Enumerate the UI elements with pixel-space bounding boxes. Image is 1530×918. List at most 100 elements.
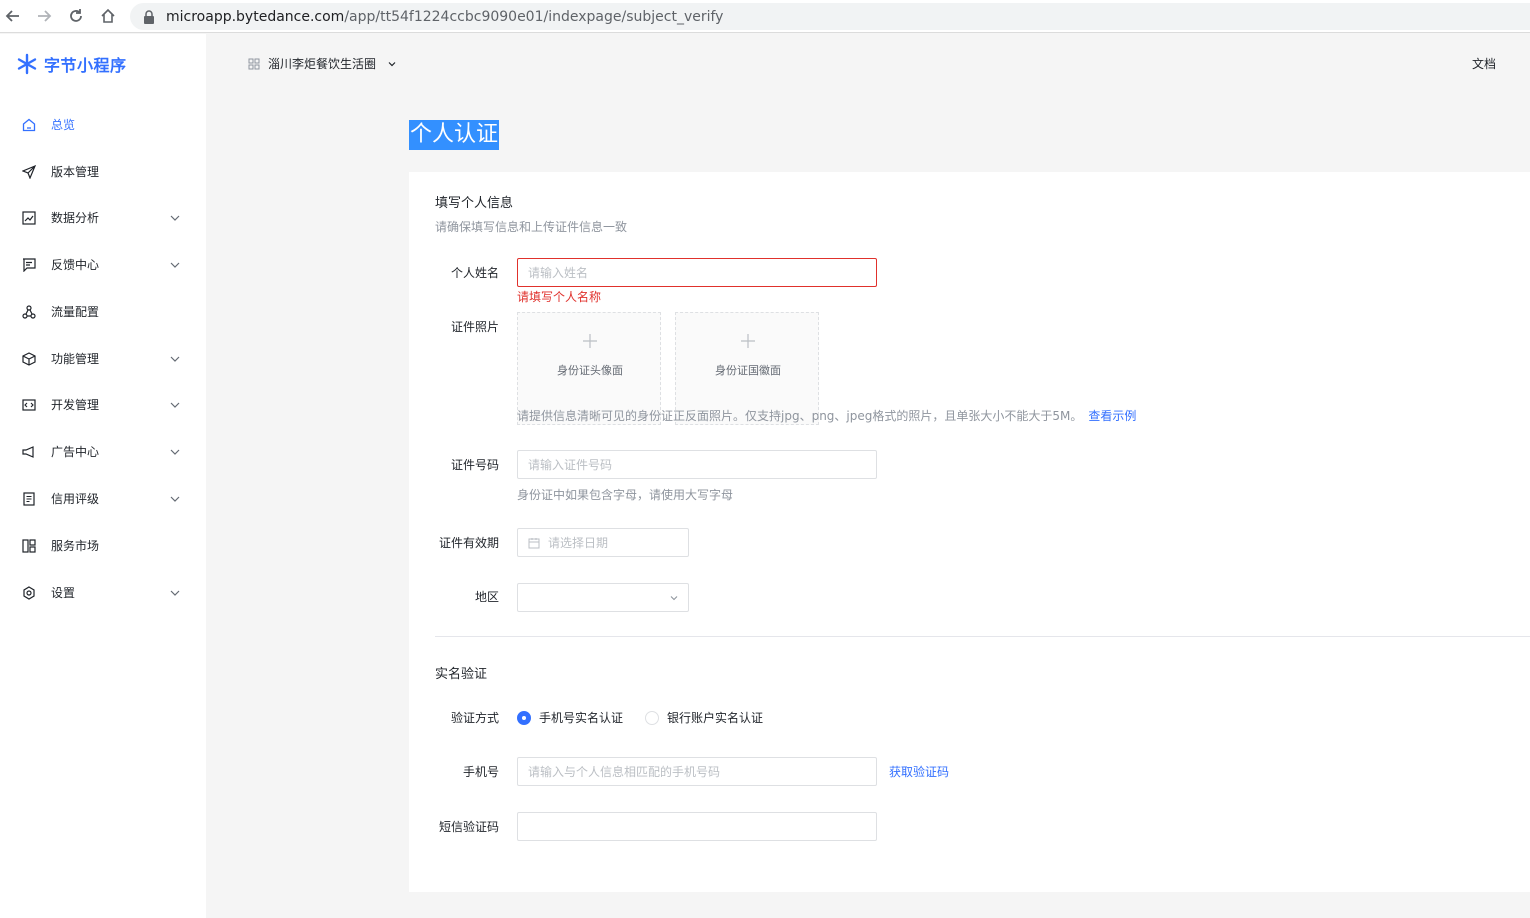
app-grid-icon — [248, 58, 260, 69]
chevron-down-icon[interactable] — [168, 352, 182, 366]
section-divider — [435, 636, 1530, 637]
home-page-icon[interactable] — [98, 6, 118, 26]
region-label: 地区 — [474, 590, 499, 604]
id-number-placeholder: 请输入证件号码 — [528, 458, 613, 472]
plus-icon — [741, 334, 755, 348]
send-icon — [21, 164, 37, 180]
verification-form-card: 填写个人信息 请确保填写信息和上传证件信息一致 个人姓名 请输入姓名 请填写个人… — [409, 172, 1530, 892]
name-error-message: 请填写个人名称 — [517, 290, 602, 304]
code-icon — [21, 397, 37, 413]
sidebar-item-label: 数据分析 — [51, 211, 100, 225]
lock-icon — [142, 9, 156, 24]
chevron-down-icon[interactable] — [168, 445, 182, 459]
top-header: 淄川李炬餐饮生活圈 文档 — [206, 34, 1530, 92]
plus-icon — [583, 334, 597, 348]
sidebar-item-label: 流量配置 — [51, 305, 100, 319]
cube-icon — [21, 351, 37, 367]
sidebar-item-credit[interactable]: 信用评级 — [0, 479, 206, 519]
message-icon — [21, 257, 37, 273]
sidebar-item-label: 开发管理 — [51, 398, 100, 412]
upload-label: 身份证国徽面 — [715, 364, 781, 377]
megaphone-icon — [21, 444, 37, 460]
view-example-link[interactable]: 查看示例 — [1088, 409, 1136, 423]
sidebar-item-feedback[interactable]: 反馈中心 — [0, 245, 206, 285]
calendar-icon — [528, 537, 540, 548]
radio-dot — [645, 710, 659, 725]
photo-hint: 请提供信息清晰可见的身份证正反面照片。仅支持jpg、png、jpeg格式的照片，… — [517, 407, 1136, 424]
sidebar-item-settings[interactable]: 设置 — [0, 573, 206, 613]
method-label: 验证方式 — [450, 711, 499, 725]
upload-label: 身份证头像面 — [557, 364, 623, 377]
back-icon[interactable] — [3, 6, 23, 26]
photo-hint-text: 请提供信息清晰可见的身份证正反面照片。仅支持jpg、png、jpeg格式的照片，… — [517, 409, 1083, 423]
logo-text: 字节小程序 — [44, 56, 127, 75]
layout-icon — [21, 538, 37, 554]
region-select[interactable] — [517, 583, 689, 612]
radio-label: 银行账户实名认证 — [667, 711, 764, 725]
radio-dot — [517, 710, 531, 725]
name-placeholder: 请输入姓名 — [528, 266, 589, 280]
sidebar-item-label: 服务市场 — [51, 539, 100, 553]
sidebar-item-label: 反馈中心 — [51, 258, 100, 272]
chart-icon — [21, 210, 37, 226]
phone-input[interactable]: 请输入与个人信息相匹配的手机号码 — [517, 757, 877, 786]
url-text: microapp.bytedance.com/app/tt54f1224ccbc… — [166, 8, 724, 25]
get-code-link[interactable]: 获取验证码 — [889, 763, 949, 780]
chevron-down-icon[interactable] — [168, 211, 182, 225]
browser-toolbar: microapp.bytedance.com/app/tt54f1224ccbc… — [0, 0, 1530, 33]
chevron-down-icon[interactable] — [168, 492, 182, 506]
name-label: 个人姓名 — [450, 266, 499, 280]
sidebar-item-label: 信用评级 — [51, 492, 100, 506]
sidebar-item-traffic[interactable]: 流量配置 — [0, 292, 206, 332]
sidebar-item-marketplace[interactable]: 服务市场 — [0, 526, 206, 566]
phone-placeholder: 请输入与个人信息相匹配的手机号码 — [528, 765, 721, 779]
home-icon — [21, 117, 37, 133]
chevron-down-icon — [388, 61, 396, 66]
settings-icon — [21, 585, 37, 601]
validity-date-picker[interactable]: 请选择日期 — [517, 528, 689, 557]
section-title-real-name: 实名验证 — [435, 667, 488, 682]
app-name: 淄川李炬餐饮生活圈 — [268, 57, 377, 71]
chevron-down-icon[interactable] — [168, 258, 182, 272]
radio-label: 手机号实名认证 — [539, 711, 624, 725]
app-selector[interactable]: 淄川李炬餐饮生活圈 — [248, 55, 398, 72]
sms-code-label: 短信验证码 — [438, 820, 499, 834]
sidebar-item-analytics[interactable]: 数据分析 — [0, 198, 206, 238]
logo-icon — [17, 53, 37, 75]
forward-icon[interactable] — [34, 6, 54, 26]
sidebar-item-overview[interactable]: 总览 — [0, 105, 206, 145]
phone-label: 手机号 — [462, 765, 499, 779]
validity-label: 证件有效期 — [438, 536, 499, 550]
chevron-down-icon — [670, 596, 678, 601]
page-title: 个人认证 — [409, 120, 500, 150]
sidebar-item-development[interactable]: 开发管理 — [0, 385, 206, 425]
sidebar-item-label: 广告中心 — [51, 445, 100, 459]
radio-bank-verification[interactable]: 银行账户实名认证 — [645, 709, 763, 726]
photo-label: 证件照片 — [450, 320, 499, 334]
id-number-hint: 身份证中如果包含字母，请使用大写字母 — [517, 488, 734, 502]
sidebar-item-ads[interactable]: 广告中心 — [0, 432, 206, 472]
sidebar: 字节小程序 总览 版本管理 数据分析 反馈中心 流量配置 功能管理 开发管理 广… — [0, 34, 206, 918]
id-number-input[interactable]: 请输入证件号码 — [517, 450, 877, 479]
radio-phone-verification[interactable]: 手机号实名认证 — [517, 709, 623, 726]
sms-code-input[interactable] — [517, 812, 877, 841]
docs-link[interactable]: 文档 — [1472, 55, 1496, 72]
chevron-down-icon[interactable] — [168, 398, 182, 412]
document-icon — [21, 491, 37, 507]
logo[interactable]: 字节小程序 — [16, 52, 127, 76]
id-number-label: 证件号码 — [450, 458, 499, 472]
sidebar-item-label: 总览 — [51, 118, 76, 132]
section-subtitle: 请确保填写信息和上传证件信息一致 — [435, 220, 628, 234]
sidebar-item-features[interactable]: 功能管理 — [0, 339, 206, 379]
sidebar-item-label: 设置 — [51, 586, 76, 600]
section-title-personal-info: 填写个人信息 — [435, 196, 514, 211]
validity-placeholder: 请选择日期 — [548, 536, 609, 550]
chevron-down-icon[interactable] — [168, 586, 182, 600]
share-icon — [21, 304, 37, 320]
sidebar-item-version[interactable]: 版本管理 — [0, 152, 206, 192]
reload-icon[interactable] — [66, 6, 86, 26]
sidebar-item-label: 版本管理 — [51, 165, 100, 179]
name-input[interactable]: 请输入姓名 — [517, 258, 877, 287]
sidebar-item-label: 功能管理 — [51, 352, 100, 366]
address-bar[interactable]: microapp.bytedance.com/app/tt54f1224ccbc… — [130, 3, 1530, 30]
